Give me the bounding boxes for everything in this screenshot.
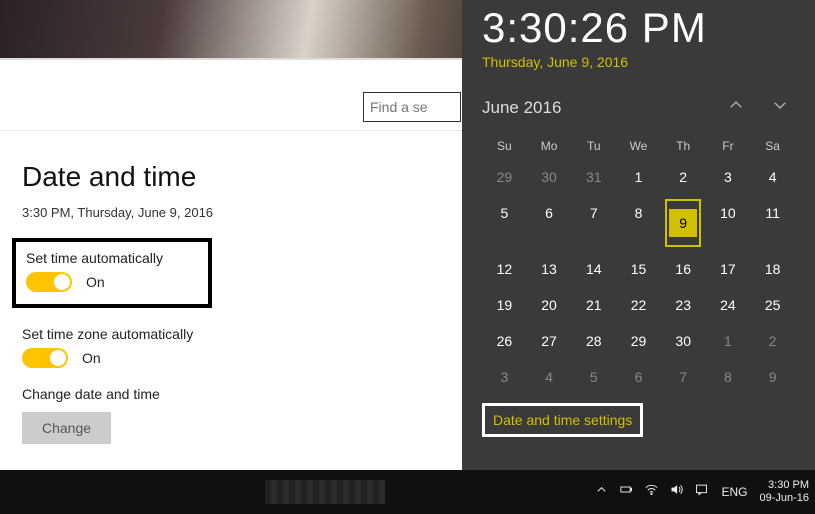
calendar-day[interactable]: 29 — [482, 159, 527, 195]
calendar-day[interactable]: 15 — [616, 251, 661, 287]
calendar-day[interactable]: 19 — [482, 287, 527, 323]
calendar-day[interactable]: 28 — [571, 323, 616, 359]
calendar-day[interactable]: 10 — [706, 195, 751, 251]
current-datetime: 3:30 PM, Thursday, June 9, 2016 — [22, 205, 440, 220]
flyout-time: 3:30:26 PM — [482, 4, 795, 52]
calendar-day[interactable]: 7 — [571, 195, 616, 251]
calendar-day[interactable]: 12 — [482, 251, 527, 287]
calendar-day[interactable]: 14 — [571, 251, 616, 287]
calendar-day[interactable]: 4 — [527, 359, 572, 395]
date-time-settings-link[interactable]: Date and time settings — [482, 403, 643, 437]
auto-time-state: On — [86, 274, 105, 290]
dow-header: Su — [482, 133, 527, 159]
battery-icon[interactable] — [619, 482, 634, 502]
taskbar-clock[interactable]: 3:30 PM 09-Jun-16 — [759, 479, 809, 505]
calendar-day[interactable]: 18 — [750, 251, 795, 287]
taskbar-date: 09-Jun-16 — [759, 492, 809, 505]
settings-panel: Date and time 3:30 PM, Thursday, June 9,… — [0, 130, 462, 470]
dow-header: Fr — [706, 133, 751, 159]
calendar-day[interactable]: 6 — [527, 195, 572, 251]
calendar-day[interactable]: 3 — [482, 359, 527, 395]
language-indicator[interactable]: ENG — [721, 485, 747, 499]
volume-icon[interactable] — [669, 482, 684, 502]
calendar-day[interactable]: 1 — [706, 323, 751, 359]
calendar: SuMoTuWeThFrSa 2930311234567891011121314… — [482, 133, 795, 395]
calendar-day[interactable]: 11 — [750, 195, 795, 251]
flyout-date[interactable]: Thursday, June 9, 2016 — [482, 54, 795, 70]
calendar-day[interactable]: 25 — [750, 287, 795, 323]
calendar-day[interactable]: 24 — [706, 287, 751, 323]
calendar-day[interactable]: 26 — [482, 323, 527, 359]
calendar-day[interactable]: 13 — [527, 251, 572, 287]
month-label[interactable]: June 2016 — [482, 98, 561, 118]
calendar-day[interactable]: 1 — [616, 159, 661, 195]
action-center-icon[interactable] — [694, 482, 709, 502]
highlight-auto-time: Set time automatically On — [12, 238, 212, 308]
taskbar-app-preview — [265, 480, 385, 504]
auto-time-toggle[interactable] — [26, 272, 72, 292]
calendar-day[interactable]: 2 — [661, 159, 706, 195]
calendar-day[interactable]: 21 — [571, 287, 616, 323]
dow-header: Mo — [527, 133, 572, 159]
calendar-day[interactable]: 29 — [616, 323, 661, 359]
taskbar: ENG 3:30 PM 09-Jun-16 — [0, 470, 815, 514]
calendar-day[interactable]: 23 — [661, 287, 706, 323]
calendar-day[interactable]: 7 — [661, 359, 706, 395]
calendar-day[interactable]: 17 — [706, 251, 751, 287]
auto-tz-label: Set time zone automatically — [22, 326, 440, 342]
calendar-day[interactable]: 8 — [706, 359, 751, 395]
datetime-flyout: 3:30:26 PM Thursday, June 9, 2016 June 2… — [462, 0, 815, 470]
taskbar-time: 3:30 PM — [759, 479, 809, 492]
chevron-up-icon[interactable] — [594, 482, 609, 502]
dow-header: Tu — [571, 133, 616, 159]
change-button[interactable]: Change — [22, 412, 111, 444]
calendar-day[interactable]: 8 — [616, 195, 661, 251]
page-title: Date and time — [22, 161, 440, 193]
calendar-day[interactable]: 22 — [616, 287, 661, 323]
calendar-day[interactable]: 30 — [661, 323, 706, 359]
prev-month-icon[interactable] — [727, 96, 745, 119]
dow-header: We — [616, 133, 661, 159]
calendar-day[interactable]: 9 — [661, 195, 706, 251]
wifi-icon[interactable] — [644, 482, 659, 502]
calendar-day[interactable]: 30 — [527, 159, 572, 195]
calendar-day[interactable]: 9 — [750, 359, 795, 395]
calendar-day[interactable]: 2 — [750, 323, 795, 359]
dow-header: Sa — [750, 133, 795, 159]
calendar-day[interactable]: 3 — [706, 159, 751, 195]
calendar-day[interactable]: 6 — [616, 359, 661, 395]
calendar-day[interactable]: 27 — [527, 323, 572, 359]
calendar-day[interactable]: 5 — [482, 195, 527, 251]
calendar-day[interactable]: 4 — [750, 159, 795, 195]
calendar-day[interactable]: 20 — [527, 287, 572, 323]
calendar-day[interactable]: 31 — [571, 159, 616, 195]
auto-tz-toggle[interactable] — [22, 348, 68, 368]
calendar-day[interactable]: 5 — [571, 359, 616, 395]
auto-time-label: Set time automatically — [26, 250, 198, 266]
calendar-day[interactable]: 16 — [661, 251, 706, 287]
next-month-icon[interactable] — [771, 96, 789, 119]
dow-header: Th — [661, 133, 706, 159]
search-input[interactable] — [363, 92, 461, 122]
system-tray[interactable] — [594, 482, 709, 502]
change-dt-label: Change date and time — [22, 386, 440, 402]
auto-tz-state: On — [82, 350, 101, 366]
